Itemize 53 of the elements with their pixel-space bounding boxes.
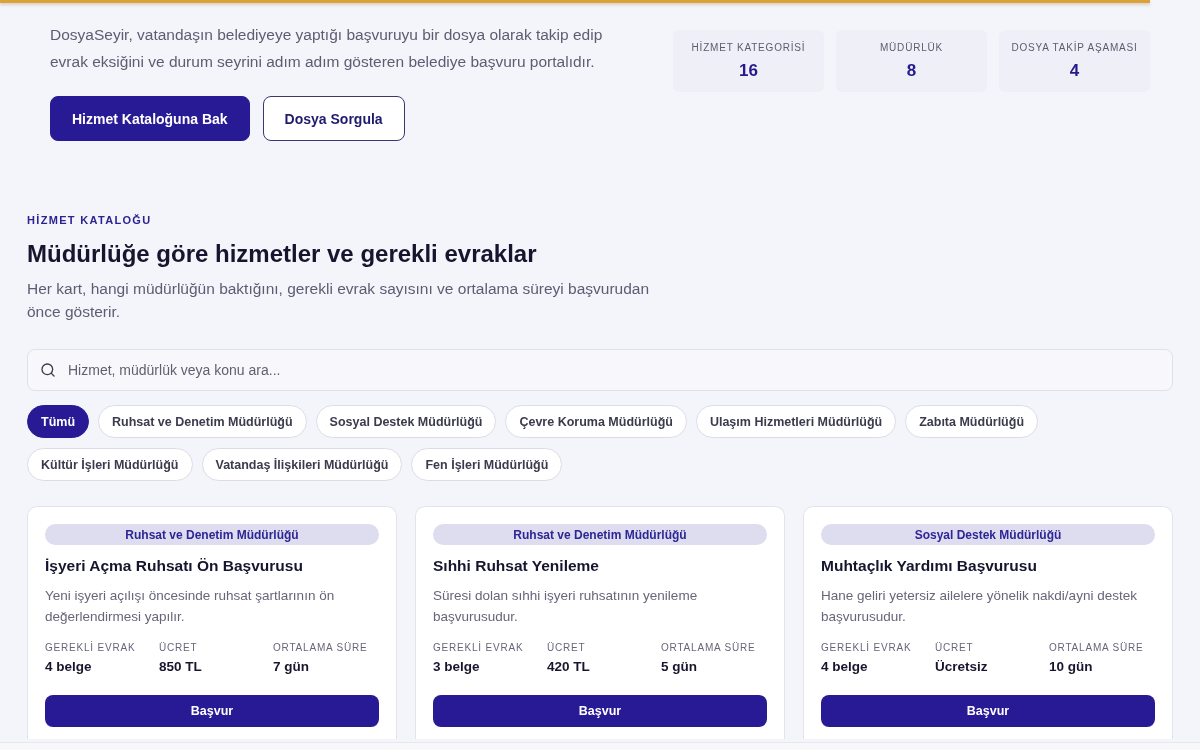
service-title: İşyeri Açma Ruhsatı Ön Başvurusu <box>45 556 303 576</box>
apply-button[interactable]: Başvur <box>821 695 1155 727</box>
meta-label: ÜCRET <box>547 641 586 654</box>
query-button[interactable]: Dosya Sorgula <box>262 96 405 141</box>
search-icon <box>40 362 56 378</box>
section-subtitle: Her kart, hangi müdürlüğün baktığını, gerekli evrak sayısını ve ortalama süreyi başvurudan önce gösterir. <box>27 279 651 322</box>
meta-label: ORTALAMA SÜRE <box>273 641 368 654</box>
meta-label: ORTALAMA SÜRE <box>661 641 756 654</box>
filter-chip[interactable]: Vatandaş İlişkileri Müdürlüğü <box>201 448 403 481</box>
filter-chip[interactable]: Çevre Koruma Müdürlüğü <box>505 405 687 438</box>
meta-value: 10 gün <box>1049 658 1093 676</box>
meta-value: 3 belge <box>433 658 480 676</box>
hero-description: DosyaSeyir, vatandaşın belediyeye yaptığı başvuruyu bir dosya olarak takip edip evrak eksiğini ve durum seyrini adım adım gösteren belediye başvuru portalıdır. <box>50 25 604 72</box>
meta-label: ORTALAMA SÜRE <box>1049 641 1144 654</box>
meta-label: GEREKLİ EVRAK <box>821 641 912 654</box>
meta-value: 420 TL <box>547 658 590 676</box>
meta-value: 4 belge <box>45 658 92 676</box>
stat-label: HİZMET KATEGORİSİ <box>691 41 806 53</box>
stat-value: 8 <box>906 60 917 81</box>
stat-value: 16 <box>739 60 758 81</box>
stat-label: MÜDÜRLÜK <box>879 41 944 53</box>
service-description: Süresi dolan sıhhi işyeri ruhsatının yenileme başvurusudur. <box>433 587 699 626</box>
service-description: Yeni işyeri açılışı öncesinde ruhsat şartlarının ön değerlendirmesi yapılır. <box>45 587 336 626</box>
filter-chip[interactable]: Ulaşım Hizmetleri Müdürlüğü <box>695 405 897 438</box>
filter-chip[interactable]: Tümü <box>27 405 90 438</box>
section-title: Müdürlüğe göre hizmetler ve gerekli evraklar <box>27 239 537 269</box>
stat-value: 4 <box>1069 60 1080 81</box>
section-eyebrow: HİZMET KATALOĞU <box>27 213 152 227</box>
catalog-button[interactable]: Hizmet Kataloğuna Bak <box>50 96 250 141</box>
search-field[interactable]: Hizmet, müdürlük veya konu ara... <box>27 349 1173 391</box>
filter-chip[interactable]: Kültür İşleri Müdürlüğü <box>27 448 193 481</box>
meta-value: Ücretsiz <box>935 658 988 676</box>
meta-label: ÜCRET <box>935 641 974 654</box>
department-tag: Ruhsat ve Denetim Müdürlüğü <box>433 524 767 545</box>
filter-chip[interactable]: Ruhsat ve Denetim Müdürlüğü <box>98 405 307 438</box>
filter-chip[interactable]: Fen İşleri Müdürlüğü <box>411 448 563 481</box>
apply-button[interactable]: Başvur <box>45 695 379 727</box>
filter-chip[interactable]: Zabıta Müdürlüğü <box>905 405 1039 438</box>
service-title: Muhtaçlık Yardımı Başvurusu <box>821 556 1037 576</box>
meta-value: 7 gün <box>273 658 309 676</box>
service-title: Sıhhi Ruhsat Yenileme <box>433 556 599 576</box>
stat-label: DOSYA TAKİP AŞAMASI <box>1011 41 1138 53</box>
meta-label: GEREKLİ EVRAK <box>433 641 524 654</box>
department-tag: Sosyal Destek Müdürlüğü <box>821 524 1155 545</box>
department-tag: Ruhsat ve Denetim Müdürlüğü <box>45 524 379 545</box>
service-description: Hane geliri yetersiz ailelere yönelik nakdi/ayni destek başvurusudur. <box>821 587 1138 626</box>
meta-label: GEREKLİ EVRAK <box>45 641 136 654</box>
meta-value: 5 gün <box>661 658 697 676</box>
filter-chip[interactable]: Sosyal Destek Müdürlüğü <box>315 405 497 438</box>
apply-button[interactable]: Başvur <box>433 695 767 727</box>
meta-value: 850 TL <box>159 658 202 676</box>
meta-value: 4 belge <box>821 658 868 676</box>
meta-label: ÜCRET <box>159 641 198 654</box>
